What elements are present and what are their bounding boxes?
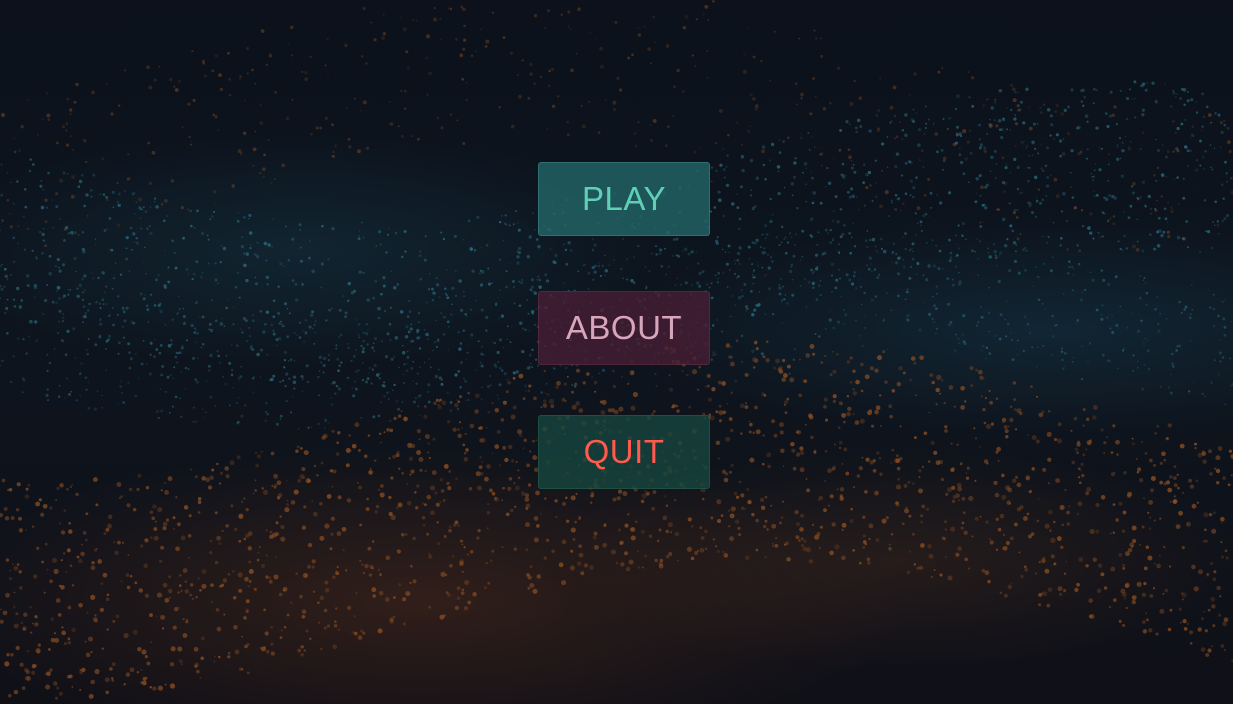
play-button[interactable]: PLAY [538,162,710,236]
quit-button-label: QUIT [583,433,665,470]
about-button[interactable]: ABOUT [538,291,710,365]
about-button-label: ABOUT [565,309,683,346]
play-button-label: PLAY [582,180,666,217]
main-menu-screen: PLAY ABOUT QUIT [0,0,1233,704]
quit-button[interactable]: QUIT [538,415,710,489]
